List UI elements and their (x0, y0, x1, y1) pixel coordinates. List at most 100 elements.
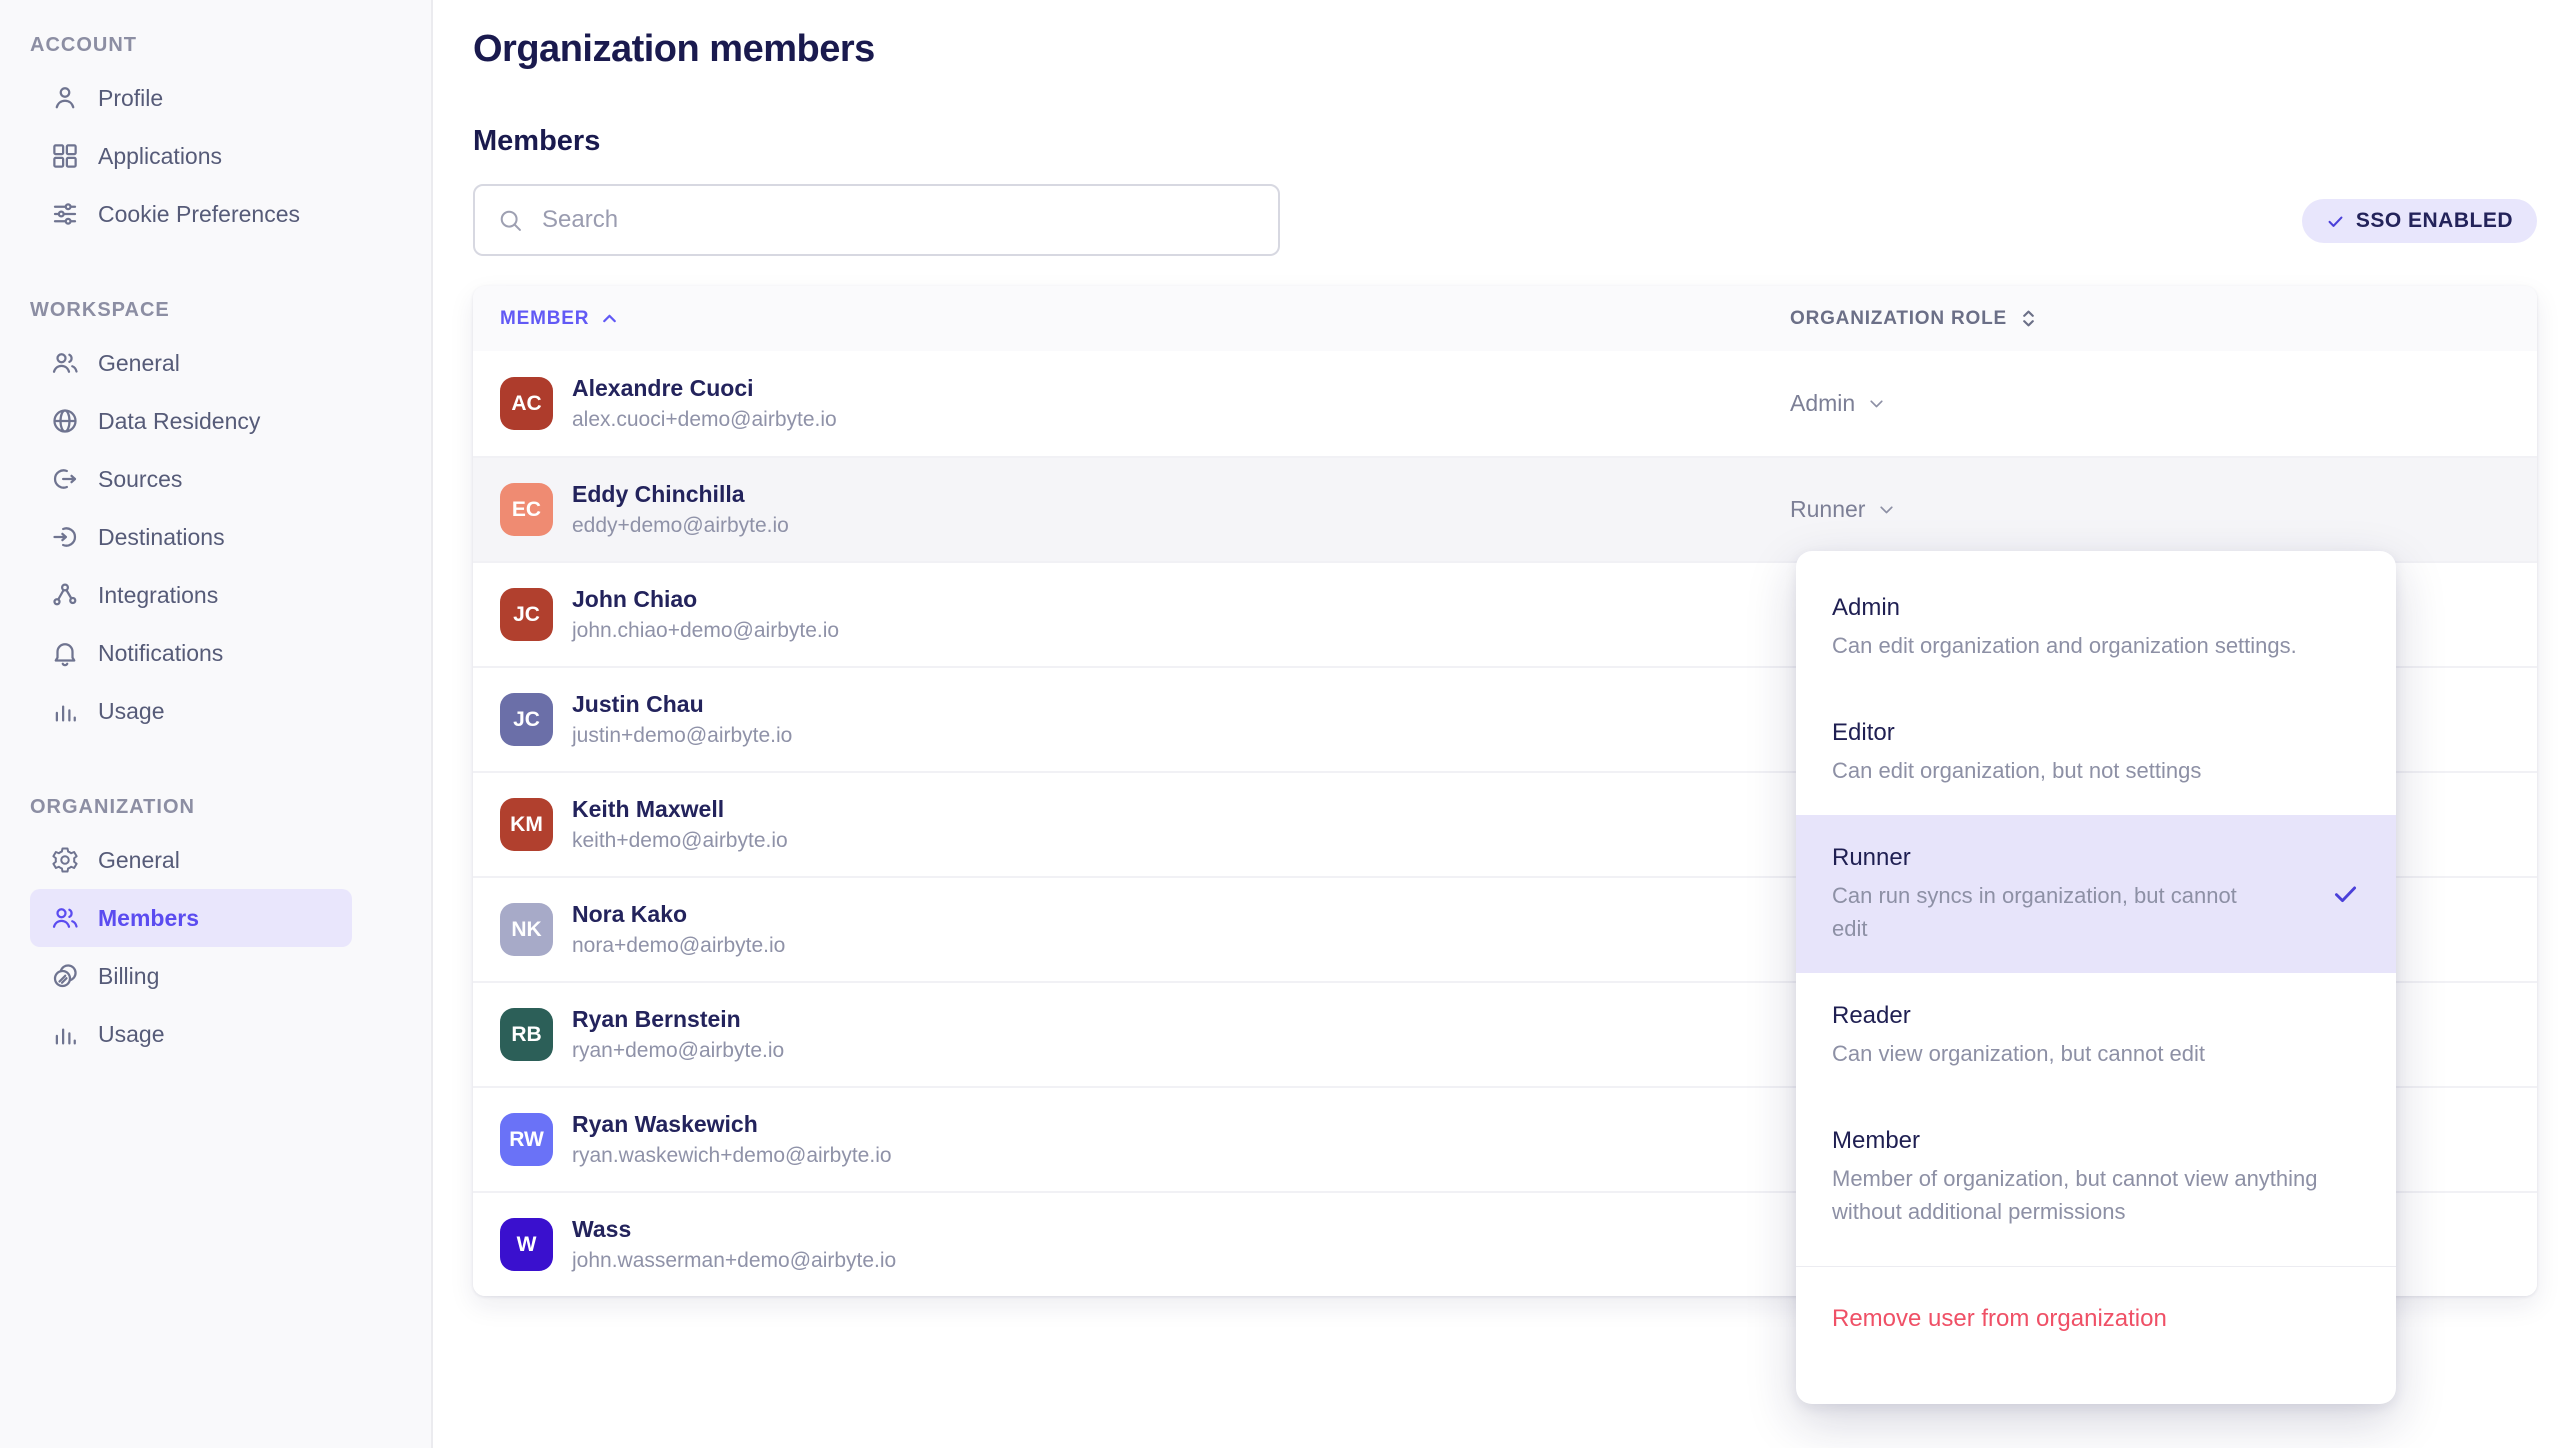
column-header-label: MEMBER (500, 308, 589, 330)
sort-ascending-icon (599, 308, 620, 329)
role-option-description: Can run syncs in organization, but canno… (1832, 879, 2262, 945)
role-option-admin[interactable]: Admin Can edit organization and organiza… (1796, 565, 2396, 690)
member-name: Keith Maxwell (572, 796, 788, 823)
member-name: Justin Chau (572, 691, 792, 718)
sidebar-item-label: Members (98, 905, 199, 932)
role-option-runner[interactable]: Runner Can run syncs in organization, bu… (1796, 815, 2396, 973)
sidebar-section-account: ACCOUNT (30, 34, 431, 57)
sort-icon (2017, 307, 2040, 330)
role-option-member[interactable]: Member Member of organization, but canno… (1796, 1098, 2396, 1256)
grid-icon (50, 141, 80, 171)
members-toolbar: SSO ENABLED (473, 184, 2537, 256)
role-option-title: Editor (1832, 718, 2360, 748)
sidebar-item-org-general[interactable]: General (30, 831, 352, 889)
sidebar-item-destinations[interactable]: Destinations (30, 508, 352, 566)
role-option-title: Admin (1832, 593, 2360, 623)
sidebar-item-label: General (98, 350, 180, 377)
check-icon (2326, 212, 2345, 231)
table-row[interactable]: AC Alexandre Cuoci alex.cuoci+demo@airby… (473, 351, 2537, 456)
remove-user-button[interactable]: Remove user from organization (1796, 1277, 2203, 1361)
members-heading: Members (473, 125, 2562, 158)
role-select[interactable]: Admin (1790, 390, 1887, 417)
member-email: ryan.waskewich+demo@airbyte.io (572, 1144, 892, 1168)
avatar: JC (500, 693, 553, 746)
table-header-row: MEMBER ORGANIZATION ROLE (473, 286, 2537, 351)
avatar: JC (500, 588, 553, 641)
member-email: john.chiao+demo@airbyte.io (572, 619, 839, 643)
source-icon (50, 464, 80, 494)
member-email: john.wasserman+demo@airbyte.io (572, 1249, 896, 1273)
sidebar-item-org-usage[interactable]: Usage (30, 1005, 352, 1063)
sidebar-item-label: Data Residency (98, 408, 260, 435)
sidebar-item-members[interactable]: Members (30, 889, 352, 947)
role-option-reader[interactable]: Reader Can view organization, but cannot… (1796, 973, 2396, 1098)
sidebar-item-notifications[interactable]: Notifications (30, 624, 352, 682)
avatar: EC (500, 483, 553, 536)
user-icon (50, 83, 80, 113)
sso-badge-label: SSO ENABLED (2356, 209, 2513, 233)
sidebar-section-workspace: WORKSPACE (30, 299, 431, 322)
sidebar-item-workspace-general[interactable]: General (30, 334, 352, 392)
avatar: KM (500, 798, 553, 851)
role-option-editor[interactable]: Editor Can edit organization, but not se… (1796, 690, 2396, 815)
sidebar-item-label: Profile (98, 85, 163, 112)
destination-icon (50, 522, 80, 552)
users-icon (50, 903, 80, 933)
member-email: keith+demo@airbyte.io (572, 829, 788, 853)
search-input[interactable] (542, 206, 1256, 234)
search-icon (497, 207, 524, 234)
member-email: ryan+demo@airbyte.io (572, 1039, 784, 1063)
role-option-description: Can edit organization, but not settings (1832, 754, 2332, 787)
role-select[interactable]: Runner (1790, 496, 1897, 523)
role-option-description: Can view organization, but cannot edit (1832, 1037, 2332, 1070)
users-icon (50, 348, 80, 378)
role-option-description: Member of organization, but cannot view … (1832, 1162, 2332, 1228)
sidebar-item-billing[interactable]: Billing (30, 947, 352, 1005)
member-name: Ryan Bernstein (572, 1006, 784, 1033)
member-email: alex.cuoci+demo@airbyte.io (572, 408, 837, 432)
role-dropdown-menu: Admin Can edit organization and organiza… (1796, 551, 2396, 1404)
share-nodes-icon (50, 580, 80, 610)
sidebar-item-integrations[interactable]: Integrations (30, 566, 352, 624)
role-option-title: Reader (1832, 1001, 2360, 1031)
sidebar-section-organization: ORGANIZATION (30, 796, 431, 819)
sidebar-item-label: Billing (98, 963, 159, 990)
table-row[interactable]: EC Eddy Chinchilla eddy+demo@airbyte.io … (473, 456, 2537, 561)
settings-sidebar: ACCOUNT Profile Applications Cookie Pref… (0, 0, 433, 1448)
bar-chart-icon (50, 1019, 80, 1049)
sidebar-item-label: Usage (98, 698, 164, 725)
bar-chart-icon (50, 696, 80, 726)
sidebar-item-applications[interactable]: Applications (30, 127, 352, 185)
sliders-icon (50, 199, 80, 229)
sidebar-item-data-residency[interactable]: Data Residency (30, 392, 352, 450)
member-name: Ryan Waskewich (572, 1111, 892, 1138)
member-name: Nora Kako (572, 901, 785, 928)
search-box[interactable] (473, 184, 1280, 256)
page-title: Organization members (473, 28, 2562, 71)
sidebar-item-cookie-preferences[interactable]: Cookie Preferences (30, 185, 352, 243)
role-option-title: Runner (1832, 843, 2360, 873)
member-email: justin+demo@airbyte.io (572, 724, 792, 748)
menu-divider (1796, 1266, 2396, 1267)
sidebar-item-label: Notifications (98, 640, 223, 667)
sidebar-item-profile[interactable]: Profile (30, 69, 352, 127)
member-email: eddy+demo@airbyte.io (572, 514, 789, 538)
gear-icon (50, 845, 80, 875)
chevron-down-icon (1866, 393, 1887, 414)
sidebar-item-label: Usage (98, 1021, 164, 1048)
column-header-label: ORGANIZATION ROLE (1790, 308, 2007, 330)
column-header-organization-role[interactable]: ORGANIZATION ROLE (1790, 307, 2537, 330)
column-header-member[interactable]: MEMBER (473, 308, 1790, 330)
member-name: Eddy Chinchilla (572, 481, 789, 508)
coins-icon (50, 961, 80, 991)
avatar: RW (500, 1113, 553, 1166)
member-name: John Chiao (572, 586, 839, 613)
sidebar-item-workspace-usage[interactable]: Usage (30, 682, 352, 740)
avatar: NK (500, 903, 553, 956)
role-option-description: Can edit organization and organization s… (1832, 629, 2332, 662)
sso-enabled-badge: SSO ENABLED (2302, 199, 2537, 243)
globe-icon (50, 406, 80, 436)
sidebar-item-label: Applications (98, 143, 222, 170)
sidebar-item-sources[interactable]: Sources (30, 450, 352, 508)
bell-icon (50, 638, 80, 668)
